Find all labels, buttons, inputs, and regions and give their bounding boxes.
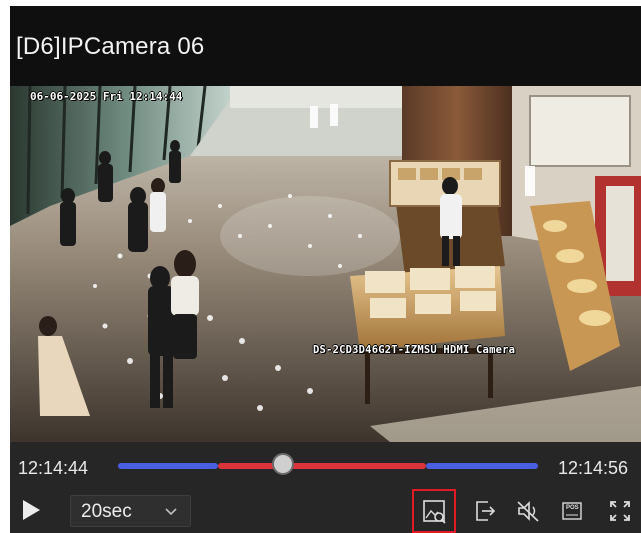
title-bar: [D6]IPCamera 06 <box>10 6 641 86</box>
start-time: 12:14:44 <box>18 458 89 478</box>
timeline-segment-blue-end[interactable] <box>426 463 538 469</box>
speed-select[interactable]: 20sec <box>70 495 191 527</box>
fullscreen-icon[interactable] <box>604 495 636 527</box>
timeline-scrubber-handle[interactable] <box>272 453 294 475</box>
playback-window: [D6]IPCamera 06 06-06-2025 Fri 12:14:44 … <box>10 6 641 533</box>
pos-label: POS <box>566 505 579 511</box>
timeline-segment-blue[interactable] <box>118 463 218 469</box>
playback-controls: 12:14:44 12:14:56 20sec POS <box>10 442 641 533</box>
end-time: 12:14:56 <box>558 458 629 478</box>
osd-timestamp: 06-06-2025 Fri 12:14:44 <box>30 90 183 103</box>
speed-label: 20sec <box>81 501 132 522</box>
export-icon[interactable] <box>468 495 500 527</box>
video-viewport[interactable]: 06-06-2025 Fri 12:14:44 DS-2CD3D46G2T-IZ… <box>10 86 641 442</box>
chevron-down-icon <box>165 508 177 516</box>
smart-search-icon[interactable] <box>412 489 456 533</box>
mute-icon[interactable] <box>512 495 544 527</box>
camera-scene <box>10 86 641 442</box>
camera-title: [D6]IPCamera 06 <box>16 33 205 60</box>
osd-camera-label: DS-2CD3D46G2T-IZMSU HDMI Camera <box>313 344 516 356</box>
play-icon[interactable] <box>23 500 40 520</box>
timeline-segment-red[interactable] <box>218 463 426 469</box>
pos-icon[interactable]: POS <box>556 495 588 527</box>
